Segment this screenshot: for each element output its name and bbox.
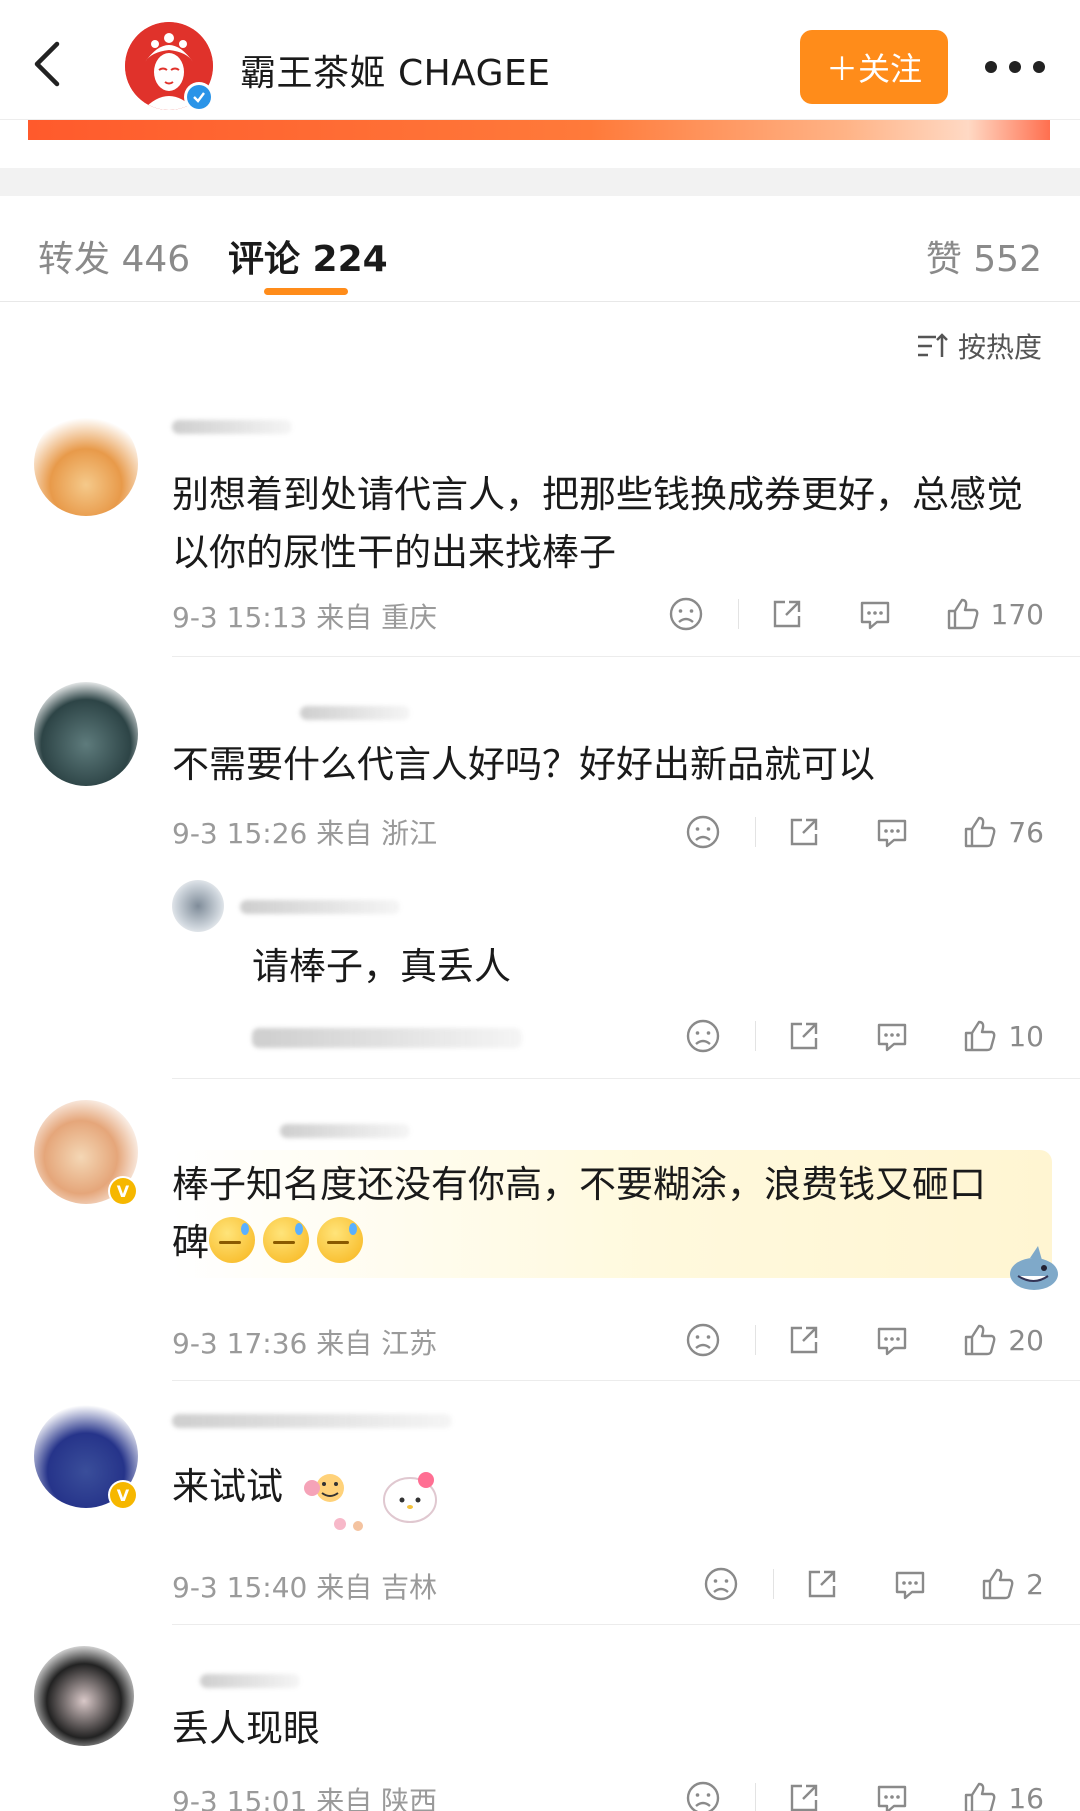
comment-icon[interactable] [874, 1780, 910, 1811]
comment-icon[interactable] [874, 1322, 910, 1358]
avatar[interactable] [34, 682, 138, 786]
follow-button[interactable]: ＋关注 [800, 30, 948, 104]
comment-icon[interactable] [874, 1018, 910, 1054]
tab-likes[interactable]: 赞 552 [926, 230, 1042, 282]
comment-meta: 9-3 17:36 来自 江苏 [172, 1327, 438, 1360]
dislike-face-icon[interactable] [668, 596, 704, 632]
comment-divider [172, 1078, 1080, 1079]
comment-actions: 170 [668, 594, 1044, 634]
share-icon[interactable] [786, 814, 822, 850]
comment-icon[interactable] [874, 814, 910, 850]
comment-actions: 16 [685, 1778, 1044, 1811]
verified-badge-icon [184, 82, 214, 112]
comment-divider [172, 656, 1080, 657]
comment-actions: 10 [685, 1016, 1044, 1056]
share-icon[interactable] [804, 1566, 840, 1602]
post-tabs: 转发 446 评论 224 赞 552 [0, 196, 1080, 302]
comment-text: 请棒子，真丢人 [252, 945, 511, 988]
comment-divider [172, 1624, 1080, 1625]
avatar[interactable] [34, 1646, 134, 1746]
username-blurred [300, 706, 410, 720]
share-icon[interactable] [786, 1322, 822, 1358]
comment-meta: 9-3 15:26 来自 浙江 [172, 817, 438, 850]
like-count: 2 [1026, 1567, 1044, 1601]
back-arrow-icon[interactable] [26, 38, 66, 90]
section-gap [0, 168, 1080, 196]
hello-kitty-sticker-icon [300, 1466, 450, 1540]
like-count: 16 [1008, 1781, 1044, 1811]
comment-icon[interactable] [892, 1566, 928, 1602]
sort-label: 按热度 [957, 331, 1042, 364]
active-tab-indicator [264, 288, 348, 295]
shark-sticker-icon [1000, 1246, 1062, 1294]
account-name[interactable]: 霸王茶姬 CHAGEE [240, 44, 551, 96]
dislike-face-icon[interactable] [703, 1566, 739, 1602]
thumb-up-icon[interactable]: 76 [962, 814, 1044, 850]
post-banner-strip [28, 120, 1050, 140]
sweat-emoji-icon [209, 1217, 255, 1263]
comment-text: 不需要什么代言人好吗？好好出新品就可以 [172, 743, 875, 786]
comment-text-wrap: 棒子知名度还没有你高，不要糊涂，浪费钱又砸口碑 [172, 1156, 1012, 1272]
dislike-face-icon[interactable] [685, 814, 721, 850]
avatar[interactable] [172, 880, 224, 932]
comment-text: 丢人现眼 [172, 1707, 320, 1750]
thumb-up-icon[interactable]: 170 [945, 596, 1044, 632]
comment-meta: 9-3 15:40 来自 吉林 [172, 1571, 438, 1604]
sort-icon [917, 333, 948, 357]
comment-actions: 20 [685, 1320, 1044, 1360]
username-blurred [240, 900, 400, 914]
share-icon[interactable] [786, 1780, 822, 1811]
tab-reposts[interactable]: 转发 446 [38, 230, 190, 282]
sweat-emoji-icon [317, 1217, 363, 1263]
username-blurred [200, 1674, 300, 1688]
sort-toggle[interactable]: 按热度 [916, 326, 1042, 366]
comment-meta: 9-3 15:01 来自 陕西 [172, 1785, 438, 1811]
username-blurred [280, 1124, 410, 1138]
username-blurred [172, 1414, 452, 1428]
like-count: 20 [1008, 1323, 1044, 1357]
share-icon[interactable] [786, 1018, 822, 1054]
tab-comments[interactable]: 评论 224 [228, 230, 388, 282]
thumb-up-icon[interactable]: 16 [962, 1780, 1044, 1811]
dislike-face-icon[interactable] [685, 1018, 721, 1054]
like-count: 10 [1008, 1019, 1044, 1053]
like-count: 76 [1008, 815, 1044, 849]
share-icon[interactable] [769, 596, 805, 632]
comment-meta: 9-3 15:13 来自 重庆 [172, 601, 438, 634]
sweat-emoji-icon [263, 1217, 309, 1263]
like-count: 170 [990, 597, 1044, 631]
username-blurred [172, 420, 292, 434]
comment-divider [172, 1380, 1080, 1381]
thumb-up-icon[interactable]: 20 [962, 1322, 1044, 1358]
comment-actions: 76 [685, 812, 1044, 852]
verified-badge-icon: V [108, 1480, 138, 1510]
verified-badge-icon: V [108, 1176, 138, 1206]
dislike-face-icon[interactable] [685, 1322, 721, 1358]
comment-text: 来试试 [172, 1465, 283, 1508]
meta-blurred [252, 1028, 522, 1048]
thumb-up-icon[interactable]: 2 [980, 1566, 1044, 1602]
comment-actions: 2 [703, 1564, 1044, 1604]
avatar[interactable] [34, 412, 138, 516]
top-bar: 霸王茶姬 CHAGEE ＋关注 [0, 0, 1080, 120]
thumb-up-icon[interactable]: 10 [962, 1018, 1044, 1054]
comment-icon[interactable] [857, 596, 893, 632]
more-icon[interactable] [985, 52, 1045, 82]
comment-text: 别想着到处请代言人，把那些钱换成券更好，总感觉以你的尿性干的出来找棒子 [172, 473, 1023, 574]
dislike-face-icon[interactable] [685, 1780, 721, 1811]
